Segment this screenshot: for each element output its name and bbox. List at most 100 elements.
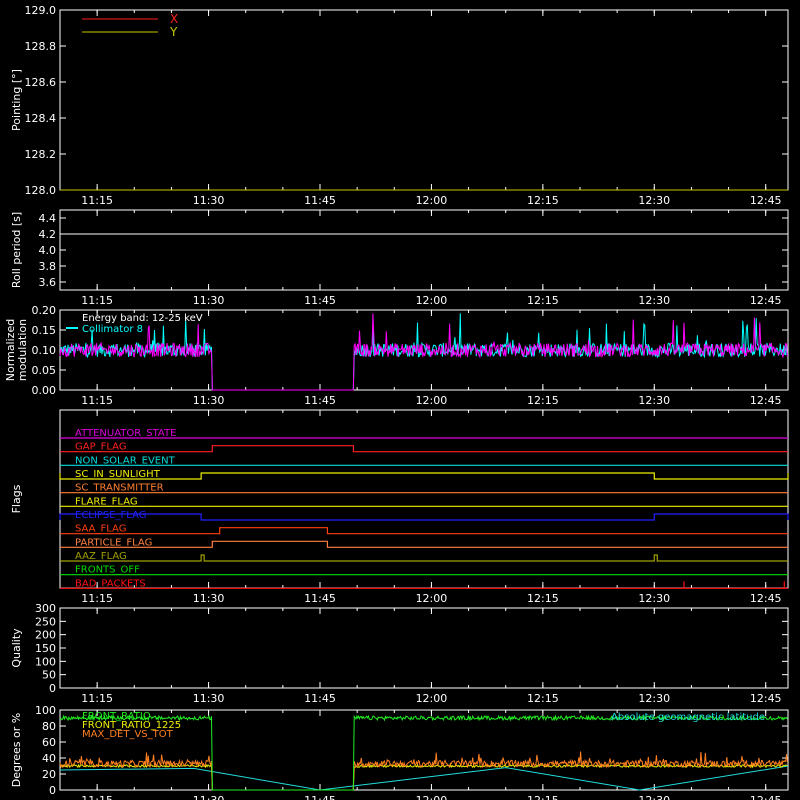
flag-trace xyxy=(60,445,788,453)
flag-trace xyxy=(60,540,788,548)
flag-label: ATTENUATOR_STATE xyxy=(75,428,176,439)
y-tick-label: 3.6 xyxy=(39,276,57,289)
x-tick-label: 11:30 xyxy=(193,394,225,407)
x-tick-label: 12:00 xyxy=(416,592,448,605)
y-tick-label: 128.6 xyxy=(25,76,57,89)
x-tick-label: 12:00 xyxy=(416,794,448,800)
y-tick-label: 0.20 xyxy=(32,304,57,317)
series-line xyxy=(59,313,788,391)
flag-trace xyxy=(59,472,789,480)
flag-label: GAP_FLAG xyxy=(75,442,127,453)
legend-label: Y xyxy=(169,25,178,39)
front-panel: 11:15 11:30 11:45 12:00 12:15 12:30 12:45 Degre… xyxy=(10,704,789,800)
x-tick-label: 11:15 xyxy=(81,794,113,800)
x-tick-label: 11:30 xyxy=(193,592,225,605)
legend-label: X xyxy=(170,12,178,26)
legend-label: Absolute geomagnetic latitude xyxy=(611,712,765,723)
x-tick-label: 12:30 xyxy=(638,794,670,800)
y-tick-label: 128.8 xyxy=(25,40,57,53)
telemetry-chart: 11:15 11:30 11:45 12:00 12:15 12:30 12:45 Point… xyxy=(4,4,789,800)
x-tick-label: 12:15 xyxy=(527,592,559,605)
x-tick-label: 12:15 xyxy=(527,194,559,207)
x-tick-label: 12:00 xyxy=(416,692,448,705)
x-tick-label: 12:15 xyxy=(527,794,559,800)
x-tick-label: 12:30 xyxy=(638,692,670,705)
flag-trace xyxy=(60,554,788,562)
annotation: Energy band: 12-25 keV xyxy=(82,313,203,324)
y-tick-label: 128.2 xyxy=(25,148,57,161)
y-axis-label: Quality xyxy=(10,628,23,668)
legend-label: MAX_DET_VS_TOT xyxy=(82,729,174,740)
y-tick-label: 60 xyxy=(42,736,56,749)
annotation: Collimator 8 xyxy=(82,324,143,335)
x-tick-label: 12:45 xyxy=(750,592,782,605)
y-tick-label: 129.0 xyxy=(25,4,57,17)
x-tick-label: 11:30 xyxy=(193,692,225,705)
flag-label: NON_SOLAR_EVENT xyxy=(75,455,176,466)
pointing-panel: 11:15 11:30 11:45 12:00 12:15 12:30 12:45 Point… xyxy=(10,4,789,207)
x-tick-label: 11:45 xyxy=(304,294,336,307)
x-tick-label: 12:00 xyxy=(416,294,448,307)
flag-label: AAZ_FLAG xyxy=(75,551,127,562)
x-tick-label: 11:15 xyxy=(81,194,113,207)
x-tick-label: 12:15 xyxy=(527,394,559,407)
y-axis-label: Roll period [s] xyxy=(10,212,23,288)
flag-label: SC_TRANSMITTER xyxy=(75,483,164,494)
flag-label: FLARE_FLAG xyxy=(75,496,138,507)
y-tick-label: 0.05 xyxy=(32,364,57,377)
y-tick-label: 200 xyxy=(35,629,56,642)
x-tick-label: 12:45 xyxy=(750,194,782,207)
x-tick-label: 12:00 xyxy=(416,194,448,207)
y-tick-label: 20 xyxy=(42,768,56,781)
y-tick-label: 0.15 xyxy=(32,324,57,337)
x-tick-label: 12:30 xyxy=(638,394,670,407)
x-tick-label: 11:15 xyxy=(81,592,113,605)
x-tick-label: 11:45 xyxy=(304,194,336,207)
x-tick-label: 11:45 xyxy=(304,592,336,605)
x-tick-label: 12:45 xyxy=(750,394,782,407)
x-tick-label: 12:15 xyxy=(527,294,559,307)
quality-frame xyxy=(59,607,789,689)
y-tick-label: 4.2 xyxy=(39,228,57,241)
x-tick-label: 12:45 xyxy=(750,294,782,307)
flag-label: BAD_PACKETS xyxy=(75,578,146,589)
y-tick-label: 4.0 xyxy=(39,244,57,257)
roll-panel: 11:15 11:30 11:45 12:00 12:15 12:30 12:45 Roll … xyxy=(10,209,789,307)
y-axis-label: modulation xyxy=(16,319,29,381)
x-tick-label: 11:45 xyxy=(304,692,336,705)
y-tick-label: 300 xyxy=(35,602,56,615)
x-tick-label: 11:15 xyxy=(81,692,113,705)
x-tick-label: 11:30 xyxy=(193,294,225,307)
y-tick-label: 150 xyxy=(35,642,56,655)
y-tick-label: 4.4 xyxy=(39,212,57,225)
x-tick-label: 11:15 xyxy=(81,294,113,307)
x-tick-label: 12:15 xyxy=(527,692,559,705)
flag-trace xyxy=(60,527,788,535)
y-axis-label: Degrees or % xyxy=(10,713,23,787)
quality-panel: 11:15 11:30 11:45 12:00 12:15 12:30 12:45 Quali… xyxy=(10,602,789,705)
flag-trace xyxy=(60,581,788,589)
y-tick-label: 250 xyxy=(35,615,56,628)
x-tick-label: 11:15 xyxy=(81,394,113,407)
y-tick-label: 80 xyxy=(42,720,56,733)
y-tick-label: 3.8 xyxy=(39,260,57,273)
x-tick-label: 11:30 xyxy=(193,194,225,207)
x-tick-label: 11:30 xyxy=(193,794,225,800)
x-tick-label: 11:45 xyxy=(304,394,336,407)
series-line xyxy=(59,765,789,791)
x-tick-label: 12:45 xyxy=(750,794,782,800)
flag-label: SAA_FLAG xyxy=(75,524,126,535)
flag-label: FRONTS_OFF xyxy=(75,565,140,576)
modulation-panel: 11:15 11:30 11:45 12:00 12:15 12:30 12:45Norma… xyxy=(4,304,789,407)
flag-label: ECLIPSE_FLAG xyxy=(75,510,146,521)
y-tick-label: 0.10 xyxy=(32,344,57,357)
flag-trace xyxy=(59,513,789,521)
y-tick-label: 100 xyxy=(35,655,56,668)
roll-frame xyxy=(59,209,789,291)
y-tick-label: 50 xyxy=(42,669,56,682)
x-tick-label: 12:00 xyxy=(416,394,448,407)
y-tick-label: 128.0 xyxy=(25,184,57,197)
flag-label: SC_IN_SUNLIGHT xyxy=(75,469,161,480)
x-tick-label: 12:30 xyxy=(638,194,670,207)
x-tick-label: 12:30 xyxy=(638,294,670,307)
